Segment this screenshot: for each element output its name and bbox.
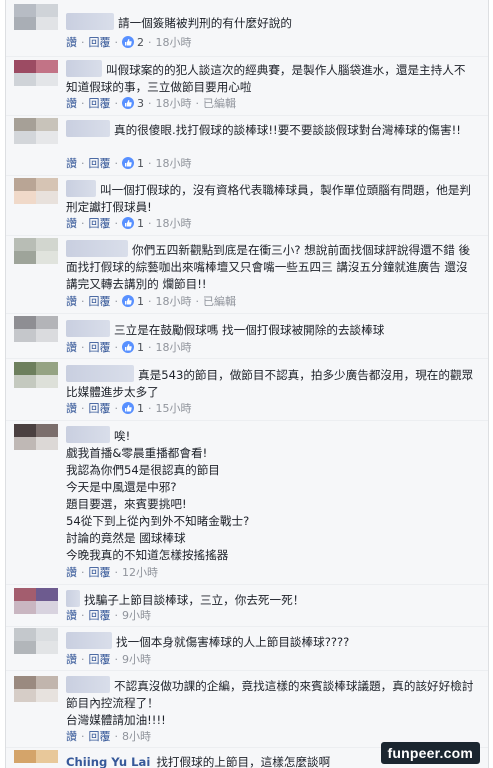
- like-count[interactable]: 3: [137, 97, 144, 110]
- commenter-name[interactable]: Chiing Yu Lai: [66, 755, 150, 768]
- reply-link[interactable]: 回覆: [89, 609, 111, 622]
- like-link[interactable]: 讚: [66, 653, 77, 666]
- timestamp[interactable]: 9小時: [122, 609, 151, 622]
- thumbs-up-icon: [122, 157, 134, 169]
- comment-actions: 讚 · 回覆 · 1 · 15小時: [66, 402, 192, 415]
- like-link[interactable]: 讚: [66, 97, 77, 110]
- like-count[interactable]: 1: [137, 341, 144, 354]
- edited-label[interactable]: 已編輯: [203, 295, 236, 308]
- like-link[interactable]: 讚: [66, 36, 77, 49]
- like-count[interactable]: 2: [137, 36, 144, 49]
- avatar[interactable]: [14, 424, 58, 450]
- like-link[interactable]: 讚: [66, 217, 77, 230]
- like-link[interactable]: 讚: [66, 566, 77, 579]
- timestamp[interactable]: 18小時: [156, 36, 192, 49]
- commenter-name[interactable]: [66, 676, 110, 693]
- avatar[interactable]: [14, 238, 58, 264]
- like-link[interactable]: 讚: [66, 341, 77, 354]
- like-link[interactable]: 讚: [66, 609, 77, 622]
- timestamp[interactable]: 8小時: [122, 730, 151, 743]
- comments-panel: 請一個簽賭被判刑的有什麼好說的 讚 · 回覆 · 2 · 18小時 叫假球案的的犯人談這次的…: [5, 0, 489, 768]
- comment-actions: 讚 · 回覆 · 1 · 18小時: [66, 341, 192, 354]
- avatar[interactable]: [14, 588, 58, 614]
- comment-text: 真的很傻眼.找打假球的談棒球!!要不要談談假球對台灣棒球的傷害!!: [114, 123, 461, 137]
- reply-link[interactable]: 回覆: [89, 36, 111, 49]
- comment-text: 三立是在鼓勵假球嗎 找一個打假球被開除的去談棒球: [114, 323, 385, 337]
- avatar[interactable]: [14, 628, 58, 654]
- commenter-name[interactable]: [66, 240, 128, 257]
- timestamp[interactable]: 18小時: [156, 97, 192, 110]
- thumbs-up-icon: [122, 295, 134, 307]
- comment-text: 請一個簽賭被判刑的有什麼好說的: [118, 16, 292, 30]
- reply-link[interactable]: 回覆: [89, 341, 111, 354]
- edited-label[interactable]: 已編輯: [203, 97, 236, 110]
- like-link[interactable]: 讚: [66, 157, 77, 170]
- comment-text: 叫假球案的的犯人談這次的經典賽，是製作人腦袋進水，還是主持人不知道假球的事，三立…: [66, 63, 466, 94]
- reply-link[interactable]: 回覆: [89, 566, 111, 579]
- timestamp[interactable]: 15小時: [156, 402, 192, 415]
- thumbs-up-icon: [122, 36, 134, 48]
- like-link[interactable]: 讚: [66, 730, 77, 743]
- avatar[interactable]: [14, 362, 58, 388]
- comment-text: 唉! 戲我首播&零晨重播都會看! 我認為你們54是很認真的節目 今天是中風還是中…: [66, 429, 250, 562]
- commenter-name[interactable]: [66, 365, 134, 382]
- timestamp[interactable]: 18小時: [156, 157, 192, 170]
- commenter-name[interactable]: [66, 320, 110, 337]
- reply-link[interactable]: 回覆: [89, 730, 111, 743]
- commenter-name[interactable]: [66, 632, 112, 649]
- comment-actions: 讚 · 回覆 · 9小時: [66, 653, 151, 666]
- comment-text: 叫一個打假球的，沒有資格代表職棒球員，製作單位頭腦有問題，他是判刑定讞打假球員!: [66, 183, 472, 214]
- thumbs-up-icon: [122, 217, 134, 229]
- comment-actions: 讚 · 回覆 · 1 · 18小時 · 已編輯: [66, 295, 236, 308]
- commenter-name[interactable]: [66, 180, 96, 197]
- reply-link[interactable]: 回覆: [89, 157, 111, 170]
- comment-actions: 讚 · 回覆 · 8小時: [66, 730, 151, 743]
- avatar[interactable]: [14, 178, 58, 204]
- comment-actions: 讚 · 回覆 · 2 · 18小時: [66, 36, 192, 49]
- thumbs-up-icon: [122, 97, 134, 109]
- comment-text: 找打假球的上節目，這樣怎麼談啊: [156, 755, 331, 768]
- like-count[interactable]: 1: [137, 217, 144, 230]
- comment-actions: 讚 · 回覆 · 9小時: [66, 609, 151, 622]
- avatar[interactable]: [14, 118, 58, 144]
- timestamp[interactable]: 18小時: [156, 295, 192, 308]
- like-link[interactable]: 讚: [66, 402, 77, 415]
- commenter-name[interactable]: [66, 426, 110, 443]
- comment-text: 找騙子上節目談棒球，三立，你去死一死！: [84, 593, 305, 607]
- commenter-name[interactable]: [66, 120, 110, 137]
- comment-actions: 讚 · 回覆 · 1 · 18小時: [66, 217, 192, 230]
- comment-actions: 讚 · 回覆 · 12小時: [66, 566, 158, 579]
- reply-link[interactable]: 回覆: [89, 653, 111, 666]
- timestamp[interactable]: 9小時: [122, 653, 151, 666]
- avatar[interactable]: [14, 316, 58, 342]
- commenter-name[interactable]: [66, 590, 80, 607]
- timestamp[interactable]: 18小時: [156, 217, 192, 230]
- comment-text: 不認真沒做功課的企編，竟找這樣的來賓談棒球議題，真的該好好檢討節目內控流程了！ …: [66, 679, 474, 727]
- reply-link[interactable]: 回覆: [89, 97, 111, 110]
- timestamp[interactable]: 18小時: [156, 341, 192, 354]
- like-link[interactable]: 讚: [66, 295, 77, 308]
- thumbs-up-icon: [122, 341, 134, 353]
- comment-actions: 讚 · 回覆 · 1 · 18小時: [66, 157, 192, 170]
- comment-text: 找一個本身就傷害棒球的人上節目談棒球????: [116, 635, 350, 649]
- reply-link[interactable]: 回覆: [89, 217, 111, 230]
- avatar[interactable]: [14, 60, 58, 86]
- comment-actions: 讚 · 回覆 · 3 · 18小時 · 已編輯: [66, 97, 236, 110]
- like-count[interactable]: 1: [137, 402, 144, 415]
- watermark-logo: funpeer.com: [380, 742, 480, 764]
- timestamp[interactable]: 12小時: [122, 566, 158, 579]
- commenter-name[interactable]: [66, 13, 114, 30]
- thumbs-up-icon: [122, 402, 134, 414]
- like-count[interactable]: 1: [137, 157, 144, 170]
- avatar[interactable]: [14, 676, 58, 702]
- avatar[interactable]: [14, 4, 58, 30]
- reply-link[interactable]: 回覆: [89, 295, 111, 308]
- reply-link[interactable]: 回覆: [89, 402, 111, 415]
- like-count[interactable]: 1: [137, 295, 144, 308]
- commenter-name[interactable]: [66, 60, 102, 77]
- avatar[interactable]: [14, 750, 58, 763]
